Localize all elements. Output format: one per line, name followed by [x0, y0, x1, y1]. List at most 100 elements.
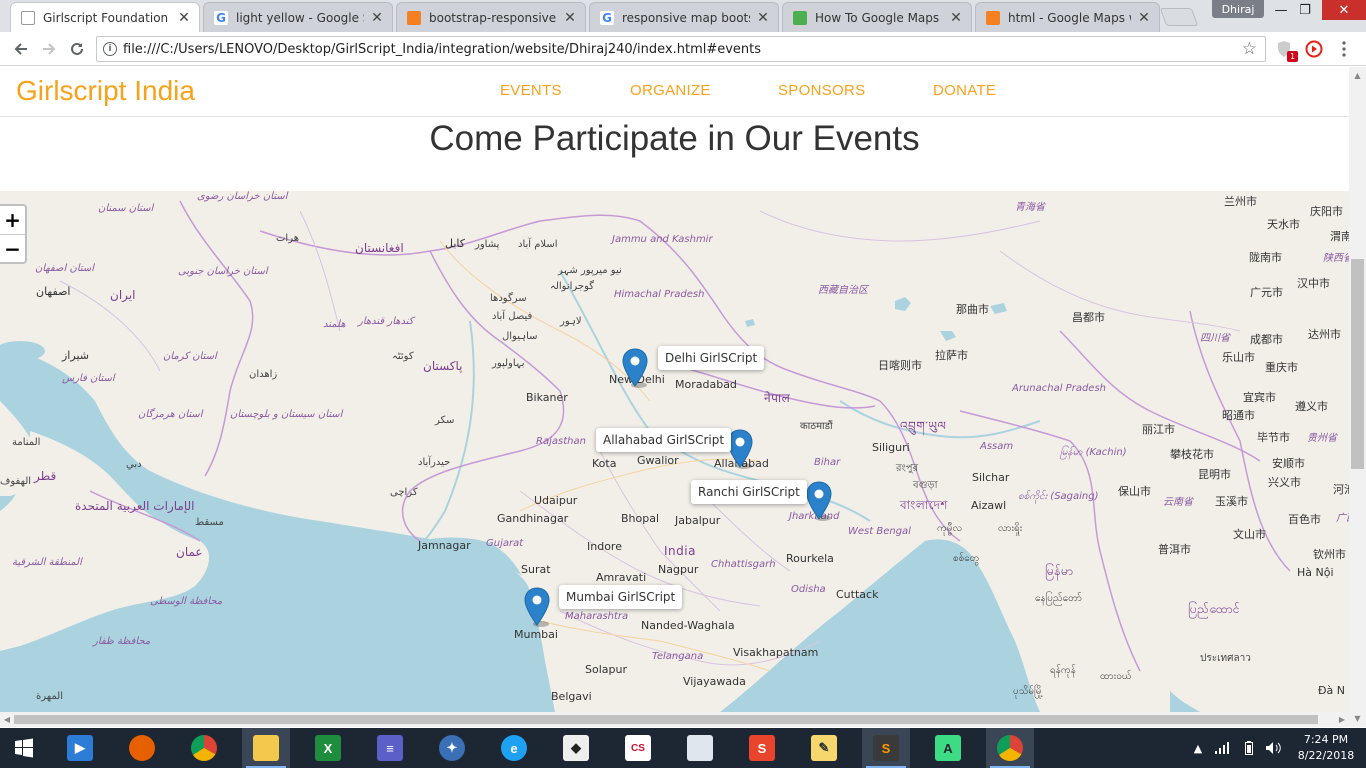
popup-mumbai[interactable]: Mumbai GirlSCript: [559, 585, 683, 609]
taskbar-chrome-active[interactable]: [986, 728, 1034, 768]
scroll-thumb[interactable]: [1351, 259, 1364, 469]
info-icon[interactable]: i: [103, 42, 117, 56]
scroll-right-icon[interactable]: ▶: [1335, 712, 1349, 727]
zoom-in-button[interactable]: +: [0, 206, 25, 234]
tab-bootstrap-responsive[interactable]: bootstrap-responsive col ✕: [396, 2, 586, 32]
taskbar-android-studio[interactable]: A: [924, 728, 972, 768]
map-label: مسقط: [195, 517, 224, 528]
nav-events[interactable]: EVENTS: [500, 82, 562, 99]
map-label: کوئٹہ: [392, 351, 414, 362]
maximize-button[interactable]: ❐: [1288, 0, 1322, 20]
popup-ranchi[interactable]: Ranchi GirlSCript: [691, 480, 807, 504]
address-bar[interactable]: i file:///C:/Users/LENOVO/Desktop/GirlSc…: [96, 36, 1266, 62]
vertical-scrollbar[interactable]: ▲ ▼: [1349, 67, 1366, 727]
tray-expand-icon[interactable]: ▲: [1190, 728, 1206, 768]
map-label: 日喀则市: [878, 359, 922, 372]
taskbar-doc-app[interactable]: [676, 728, 724, 768]
nav-donate[interactable]: DONATE: [933, 82, 996, 99]
back-button[interactable]: [10, 38, 32, 60]
tab-google-search[interactable]: G light yellow - Google Sea ✕: [203, 2, 393, 32]
page-viewport: Girlscript India EVENTS ORGANIZE SPONSOR…: [0, 67, 1366, 727]
map-label: Jamnagar: [418, 539, 471, 552]
map-label: Silchar: [972, 471, 1010, 484]
volume-icon[interactable]: [1262, 728, 1284, 768]
battery-icon[interactable]: [1238, 728, 1260, 768]
map-label: Udaipur: [534, 494, 578, 507]
windows-taskbar: ▶ X ≡ ✦ e ◆ CS S ✎ S A ▲ 7:24 PM 8/22/20…: [0, 728, 1366, 768]
map-label: الإمارات العربية المتحدة: [75, 499, 195, 513]
map-marker-mumbai[interactable]: [524, 587, 550, 627]
tab-close-icon[interactable]: ✕: [756, 10, 770, 26]
tab-close-icon[interactable]: ✕: [563, 10, 577, 26]
taskbar-video-app[interactable]: ▶: [56, 728, 104, 768]
taskbar-chrome[interactable]: [180, 728, 228, 768]
forward-button[interactable]: [38, 38, 60, 60]
brand-logo[interactable]: Girlscript India: [16, 75, 195, 107]
menu-kebab-icon[interactable]: [1334, 39, 1354, 59]
taskbar-file-explorer[interactable]: [242, 728, 290, 768]
scroll-down-icon[interactable]: ▼: [1349, 710, 1366, 727]
map-label: Gwalior: [637, 454, 679, 467]
taskbar-cs-eagle[interactable]: CS: [614, 728, 662, 768]
taskbar-ie[interactable]: e: [490, 728, 538, 768]
tab-close-icon[interactable]: ✕: [1137, 10, 1151, 26]
popup-delhi[interactable]: Delhi GirlSCript: [658, 346, 765, 370]
taskbar-image-app[interactable]: ✎: [800, 728, 848, 768]
zoom-out-button[interactable]: −: [0, 234, 25, 262]
new-tab-button[interactable]: [1159, 8, 1199, 26]
scroll-left-icon[interactable]: ◀: [0, 712, 14, 727]
taskbar-compass-app[interactable]: ✦: [428, 728, 476, 768]
reload-button[interactable]: [66, 38, 88, 60]
map-label: Himachal Pradesh: [614, 289, 705, 300]
start-icon: [15, 738, 33, 758]
map-label: شیراز: [62, 349, 89, 362]
tab-how-to-google-maps[interactable]: How To Google Maps ✕: [782, 2, 972, 32]
popup-allahabad[interactable]: Allahabad GirlSCript: [596, 428, 732, 452]
map-label: 云南省: [1163, 497, 1193, 508]
map-label: Rajasthan: [536, 436, 586, 447]
nav-organize[interactable]: ORGANIZE: [630, 82, 711, 99]
map-label: 广西: [1336, 513, 1349, 524]
horizontal-scrollbar[interactable]: ◀ ▶: [0, 712, 1349, 727]
map-label: سکر: [435, 415, 455, 426]
tab-close-icon[interactable]: ✕: [177, 10, 191, 26]
start-button[interactable]: [0, 728, 48, 768]
close-window-button[interactable]: ✕: [1322, 0, 1366, 20]
map-label: 天水市: [1267, 218, 1300, 231]
tab-close-icon[interactable]: ✕: [949, 10, 963, 26]
record-extension-icon[interactable]: [1304, 39, 1324, 59]
taskbar-app[interactable]: ≡: [366, 728, 414, 768]
nav-sponsors[interactable]: SPONSORS: [778, 82, 865, 99]
profile-button[interactable]: Dhiraj: [1212, 0, 1264, 18]
taskbar-sublime[interactable]: S: [862, 728, 910, 768]
taskbar-firefox[interactable]: [118, 728, 166, 768]
tab-title: Girlscript Foundation: [43, 10, 169, 25]
map-marker-ranchi[interactable]: [806, 481, 832, 521]
map-label: Maharashtra: [565, 611, 629, 622]
excel-icon: X: [315, 735, 341, 761]
taskbar-cap-app[interactable]: ◆: [552, 728, 600, 768]
tab-html-google-maps[interactable]: html - Google Maps with ✕: [975, 2, 1160, 32]
clock-time: 7:24 PM: [1303, 733, 1349, 746]
extension-shield-icon[interactable]: 1: [1274, 39, 1298, 62]
map-label: काठमाडौं: [800, 421, 833, 432]
bookmark-star-icon[interactable]: ☆: [1242, 39, 1257, 59]
map-label: 毕节市: [1257, 431, 1290, 444]
tab-close-icon[interactable]: ✕: [370, 10, 384, 26]
scroll-up-icon[interactable]: ▲: [1349, 67, 1366, 84]
taskbar-excel[interactable]: X: [304, 728, 352, 768]
map-label: စစ်ကိုင်း (Sagaing): [1018, 491, 1099, 502]
map-label: Surat: [521, 563, 551, 576]
taskbar-s-app[interactable]: S: [738, 728, 786, 768]
system-clock[interactable]: 7:24 PM 8/22/2018: [1296, 732, 1356, 764]
network-icon[interactable]: [1212, 728, 1234, 768]
tab-responsive-map[interactable]: G responsive map bootstra ✕: [589, 2, 779, 32]
map-label: Bhopal: [621, 512, 660, 525]
map-label: نیو میرپور شہر: [558, 265, 622, 276]
tab-girlscript-foundation[interactable]: Girlscript Foundation ✕: [10, 2, 200, 32]
map-label: لاہور: [560, 316, 582, 327]
map-marker-delhi[interactable]: [622, 348, 648, 388]
events-map[interactable]: استان خراسان رضوی استان سمنان هرات افغان…: [0, 191, 1349, 712]
scroll-thumb[interactable]: [14, 715, 1318, 724]
site-header: Girlscript India EVENTS ORGANIZE SPONSOR…: [0, 67, 1349, 117]
